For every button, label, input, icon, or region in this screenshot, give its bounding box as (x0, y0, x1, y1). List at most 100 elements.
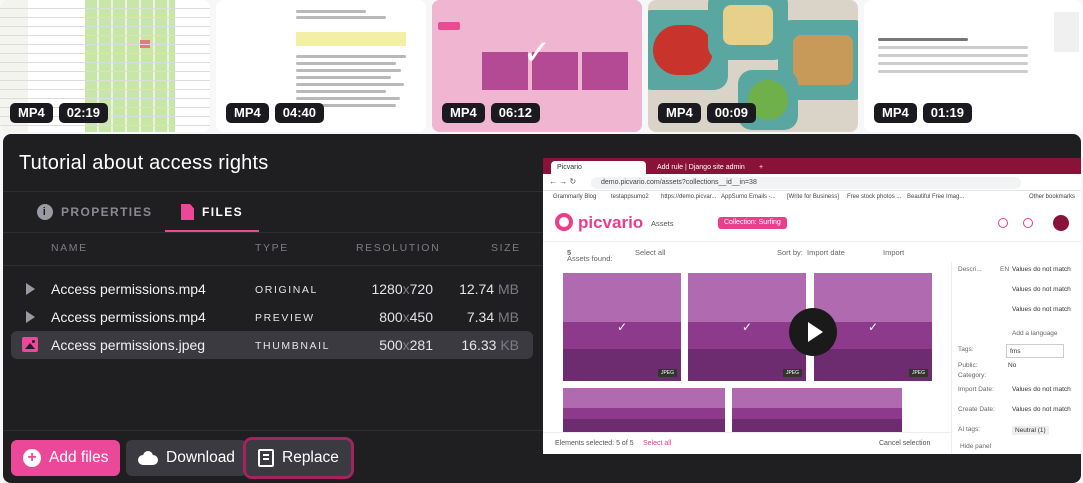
public-label: Public: (958, 362, 978, 369)
import-button: Import (883, 248, 905, 257)
duration-badge: 00:09 (706, 103, 756, 123)
file-name: Access permissions.mp4 (51, 281, 206, 297)
asset-tile: ✓ JPEG (563, 273, 681, 381)
duration-badge: 04:40 (274, 103, 324, 123)
column-type: TYPE (255, 242, 289, 254)
thumbnail-meta: MP4 02:19 (10, 103, 108, 123)
cloud-download-icon (138, 451, 158, 465)
asset-thumbnail-strip: MP4 02:19 MP4 04:40 ✓ MP4 06:12 MP4 00:0… (0, 0, 1083, 132)
description-label: Descri... (958, 266, 982, 273)
browser-tab-bar: Picvario Add rule | Django site admin + (543, 158, 1081, 174)
value-text: Values do not match (1012, 306, 1071, 313)
import-date-label: Import Date: (958, 386, 994, 393)
file-resolution: 1280x720 (371, 281, 433, 297)
replace-label: Replace (282, 449, 339, 466)
file-row[interactable]: Access permissions.mp4 ORIGINAL 1280x720… (11, 275, 533, 303)
picvario-logo-icon (555, 213, 573, 231)
asset-thumbnail-2[interactable]: MP4 04:40 (216, 0, 426, 132)
file-info-column: Tutorial about access rights i PROPERTIE… (3, 134, 543, 483)
jpeg-tag: JPEG (782, 369, 802, 377)
value-text: Values do not match (1012, 406, 1071, 413)
play-button-icon[interactable] (789, 308, 837, 356)
asset-thumbnail-5[interactable]: MP4 01:19 (864, 0, 1083, 132)
file-size: 12.74 MB (459, 281, 519, 297)
asset-thumbnail-4[interactable]: MP4 00:09 (648, 0, 858, 132)
select-all-link: Select all (635, 248, 666, 257)
replace-icon (258, 449, 274, 467)
bookmark: testappsumo2 (611, 194, 649, 200)
duration-badge: 01:19 (922, 103, 972, 123)
add-language-link: Add a language (1012, 330, 1058, 337)
divider (3, 265, 543, 266)
format-badge: MP4 (874, 103, 917, 123)
check-icon: ✓ (616, 320, 628, 334)
file-type: THUMBNAIL (255, 340, 331, 352)
collection-chip: Collection: Surfing (718, 217, 787, 229)
picvario-logo: picvario (578, 213, 644, 232)
footer-select-all: Select all (643, 440, 672, 447)
tab-properties-label: PROPERTIES (61, 205, 153, 219)
asset-tile (732, 388, 902, 432)
category-label: Category: (958, 372, 987, 379)
jpeg-tag: JPEG (657, 369, 677, 377)
asset-thumbnail-1[interactable]: MP4 02:19 (0, 0, 210, 132)
download-button[interactable]: Download (126, 440, 247, 476)
format-badge: MP4 (10, 103, 53, 123)
check-icon: ✓ (741, 320, 753, 334)
add-files-label: Add files (49, 449, 109, 466)
asset-tile (563, 388, 725, 432)
add-files-button[interactable]: + Add files (11, 440, 121, 476)
bookmark: [Write for Business] (787, 194, 839, 200)
bookmark: Grammarly Blog (553, 194, 597, 200)
play-icon[interactable] (26, 311, 35, 323)
url-field: demo.picvario.com/assets?collections__id… (591, 177, 1021, 189)
divider (3, 430, 543, 431)
sort-by-label: Sort by: (777, 248, 803, 257)
nav-arrows-icon: ← → ↻ (549, 177, 577, 186)
bookmark: AppSumo Emails -... (721, 194, 776, 200)
column-size: SIZE (491, 242, 521, 254)
file-name: Access permissions.mp4 (51, 309, 206, 325)
file-row[interactable]: Access permissions.mp4 PREVIEW 800x450 7… (11, 303, 533, 331)
file-icon (181, 204, 194, 220)
column-name: NAME (51, 242, 88, 254)
image-icon (22, 337, 38, 352)
browser-tab: Picvario (551, 161, 646, 174)
asset-thumbnail-3-selected[interactable]: ✓ MP4 06:12 (432, 0, 642, 132)
replace-button[interactable]: Replace (243, 437, 354, 479)
format-badge: MP4 (658, 103, 701, 123)
tags-input: fms (1006, 344, 1064, 358)
column-resolution: RESOLUTION (356, 242, 441, 254)
thumbnail-meta: MP4 06:12 (442, 103, 540, 123)
public-value: No (1008, 362, 1017, 369)
video-preview[interactable]: Picvario Add rule | Django site admin + … (543, 158, 1081, 454)
hide-panel-link: Hide panel (960, 443, 992, 450)
format-badge: MP4 (442, 103, 485, 123)
info-icon: i (37, 204, 53, 220)
tab-files[interactable]: FILES (165, 192, 260, 233)
asset-tile: ✓ JPEG (688, 273, 806, 381)
files-table-header: NAME TYPE RESOLUTION SIZE (3, 234, 543, 262)
create-date-label: Create Date: (958, 406, 995, 413)
elements-selected: Elements selected: 5 of 5 (555, 440, 634, 447)
plus-icon: + (23, 449, 41, 467)
play-icon[interactable] (26, 283, 35, 295)
asset-properties-sidebar: Descri... EN Values do not match Values … (951, 262, 1081, 454)
bookmark: Other bookmarks (1029, 194, 1076, 200)
duration-badge: 06:12 (490, 103, 540, 123)
duration-badge: 02:19 (58, 103, 108, 123)
thumbnail-meta: MP4 01:19 (874, 103, 972, 123)
check-icon: ✓ (867, 320, 879, 334)
value-text: Values do not match (1012, 266, 1071, 273)
browser-address-bar: ← → ↻ demo.picvario.com/assets?collectio… (543, 174, 1081, 191)
tab-properties[interactable]: i PROPERTIES (37, 192, 152, 232)
avatar (1053, 215, 1069, 231)
bookmark: Free stock photos ... (847, 194, 902, 200)
ai-tags-label: AI tags: (958, 426, 981, 433)
file-row-selected[interactable]: Access permissions.jpeg THUMBNAIL 500x28… (11, 331, 533, 359)
value-text: Values do not match (1012, 386, 1071, 393)
divider (3, 232, 543, 233)
assets-menu: Assets (651, 219, 674, 228)
selected-check-icon: ✓ (522, 33, 552, 72)
mail-icon (1023, 218, 1033, 228)
